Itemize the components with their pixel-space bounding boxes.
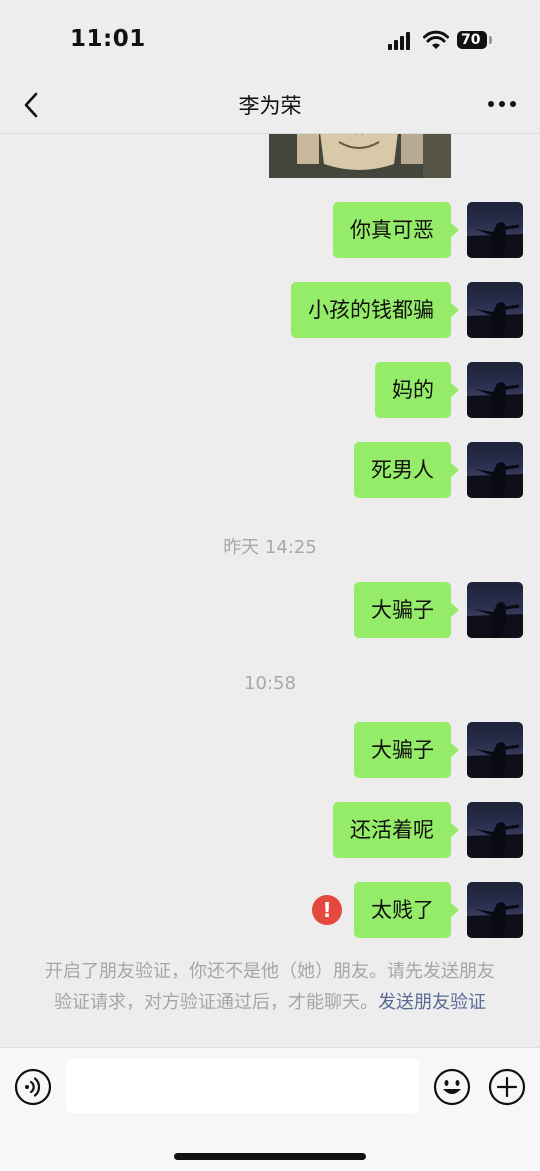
message-row: 小孩的钱都骗 — [291, 282, 523, 338]
chat-title: 李为荣 — [238, 94, 302, 118]
message-bubble[interactable]: 死男人 — [354, 442, 459, 498]
message-input[interactable] — [66, 1059, 419, 1113]
avatar[interactable] — [467, 582, 523, 638]
wifi-icon — [423, 30, 449, 49]
more-icon[interactable] — [486, 94, 518, 114]
nav-bar: 李为荣 — [0, 80, 540, 134]
message-bubble[interactable]: 还活着呢 — [333, 802, 459, 858]
message-row: ! 太贱了 — [312, 882, 523, 938]
message-bubble[interactable]: 你真可恶 — [333, 202, 459, 258]
system-notice: 开启了朋友验证，你还不是他（她）朋友。请先发送朋友验证请求，对方验证通过后，才能… — [40, 956, 500, 1018]
timestamp-label: 10:58 — [244, 673, 296, 694]
avatar[interactable] — [467, 202, 523, 258]
message-row: 大骗子 — [354, 582, 523, 638]
timestamp-label: 昨天 14:25 — [223, 537, 317, 558]
avatar[interactable] — [467, 722, 523, 778]
message-row: 妈的 — [375, 362, 523, 418]
emoji-icon[interactable] — [433, 1068, 471, 1106]
status-bar: 11:01 70 — [0, 0, 540, 80]
avatar[interactable] — [467, 882, 523, 938]
image-message[interactable] — [269, 134, 451, 178]
voice-icon[interactable] — [14, 1068, 52, 1106]
avatar[interactable] — [467, 442, 523, 498]
error-icon[interactable]: ! — [312, 895, 342, 925]
chat-area[interactable]: 你真可恶 小孩的钱都骗 妈的 死男人 昨天 14:25 大骗子 10:58 大骗… — [0, 134, 540, 1047]
home-indicator — [174, 1153, 366, 1160]
message-bubble[interactable]: 大骗子 — [354, 722, 459, 778]
status-time: 11:01 — [70, 26, 146, 52]
message-row: 你真可恶 — [333, 202, 523, 258]
avatar[interactable] — [467, 282, 523, 338]
message-bubble[interactable]: 大骗子 — [354, 582, 459, 638]
message-bubble[interactable]: 太贱了 — [354, 882, 459, 938]
battery-icon: 70 — [457, 31, 487, 49]
message-bubble[interactable]: 妈的 — [375, 362, 459, 418]
avatar[interactable] — [467, 802, 523, 858]
battery-tip — [489, 36, 492, 44]
plus-icon[interactable] — [488, 1068, 526, 1106]
send-verification-link[interactable]: 发送朋友验证 — [378, 992, 486, 1013]
cellular-signal-icon — [388, 32, 414, 50]
input-bar — [0, 1047, 540, 1171]
message-bubble[interactable]: 小孩的钱都骗 — [291, 282, 459, 338]
message-row: 大骗子 — [354, 722, 523, 778]
avatar[interactable] — [467, 362, 523, 418]
message-row: 死男人 — [354, 442, 523, 498]
message-row: 还活着呢 — [333, 802, 523, 858]
